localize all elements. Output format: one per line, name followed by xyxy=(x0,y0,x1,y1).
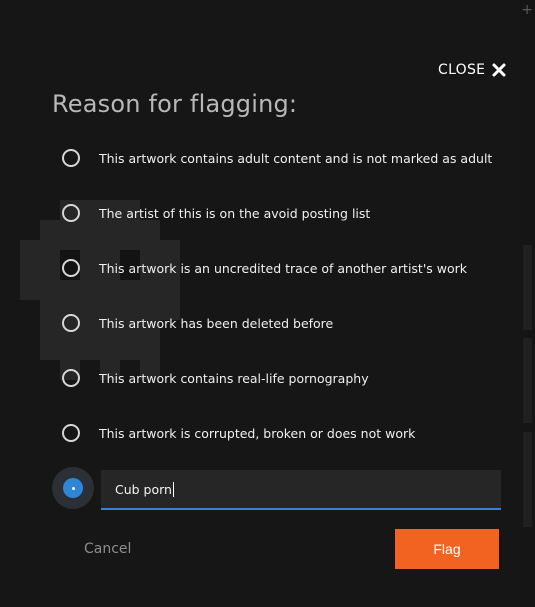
text-caret xyxy=(172,481,174,497)
reason-option-deleted-before[interactable]: This artwork has been deleted before xyxy=(62,311,333,335)
flag-dialog: CLOSE Reason for flagging: This artwork … xyxy=(0,0,520,607)
flag-button[interactable]: Flag xyxy=(395,529,499,569)
radio-button[interactable] xyxy=(62,259,80,277)
custom-reason-radio[interactable] xyxy=(52,467,94,509)
reason-option-uncredited-trace[interactable]: This artwork is an uncredited trace of a… xyxy=(62,256,467,280)
reason-label: This artwork contains adult content and … xyxy=(99,150,493,166)
radio-button[interactable] xyxy=(62,314,80,332)
reason-label: This artwork has been deleted before xyxy=(99,315,334,331)
reason-label: The artist of this is on the avoid posti… xyxy=(99,205,371,221)
cancel-button[interactable]: Cancel xyxy=(84,538,131,560)
background-panel-bar xyxy=(523,432,532,527)
radio-selected-indicator xyxy=(63,478,83,498)
radio-button[interactable] xyxy=(62,424,80,442)
plus-icon: + xyxy=(521,2,533,18)
radio-button[interactable] xyxy=(62,369,80,387)
background-panel-edge: + xyxy=(520,0,535,607)
background-panel-bar xyxy=(523,338,532,423)
reason-option-corrupted[interactable]: This artwork is corrupted, broken or doe… xyxy=(62,421,415,445)
radio-button[interactable] xyxy=(62,204,80,222)
reason-label: This artwork contains real-life pornogra… xyxy=(99,370,369,386)
close-icon xyxy=(492,63,506,77)
radio-button[interactable] xyxy=(62,149,80,167)
reason-option-real-life-pornography[interactable]: This artwork contains real-life pornogra… xyxy=(62,366,369,390)
close-label: CLOSE xyxy=(438,62,486,78)
reason-option-adult-content[interactable]: This artwork contains adult content and … xyxy=(62,146,492,170)
close-button[interactable]: CLOSE xyxy=(438,62,507,78)
radio-dot xyxy=(71,486,75,490)
reason-label: This artwork is corrupted, broken or doe… xyxy=(99,425,416,441)
custom-reason-input[interactable]: Cub porn xyxy=(101,470,501,510)
reason-option-avoid-posting-list[interactable]: The artist of this is on the avoid posti… xyxy=(62,201,370,225)
dialog-title: Reason for flagging: xyxy=(52,90,298,118)
reason-label: This artwork is an uncredited trace of a… xyxy=(99,260,468,276)
custom-reason-value: Cub porn xyxy=(115,481,172,497)
background-panel-bar xyxy=(523,245,532,330)
